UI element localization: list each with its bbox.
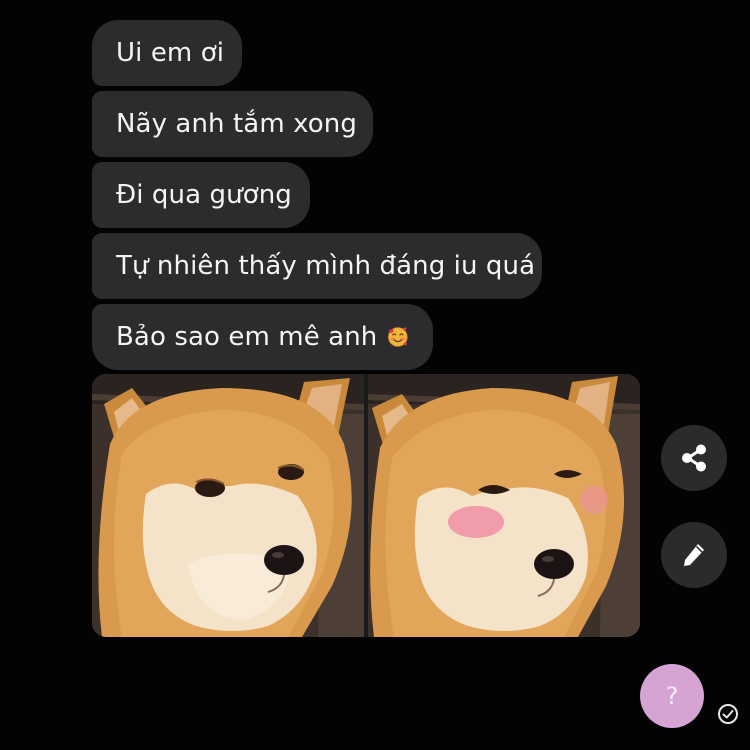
message-bubble[interactable]: Ui em ơi	[92, 20, 242, 86]
help-label: ?	[665, 682, 679, 710]
message-bubble[interactable]: Bảo sao em mê anh	[92, 304, 433, 370]
share-button[interactable]	[661, 425, 727, 491]
shiba-dog-neutral-image	[92, 374, 364, 637]
shiba-dog-blushing-image	[368, 374, 640, 637]
chat-screen: Ui em ơi Nãy anh tắm xong Đi qua gương T…	[0, 0, 750, 750]
message-text: Tự nhiên thấy mình đáng iu quá	[116, 251, 536, 281]
share-icon	[682, 444, 706, 472]
help-button[interactable]: ?	[640, 664, 704, 728]
message-bubble[interactable]: Tự nhiên thấy mình đáng iu quá	[92, 233, 542, 299]
message-bubble[interactable]: Đi qua gương	[92, 162, 310, 228]
smiling-face-with-hearts-icon	[388, 327, 408, 347]
message-bubble[interactable]: Nãy anh tắm xong	[92, 91, 373, 157]
edit-button[interactable]	[661, 522, 727, 588]
pencil-icon	[684, 544, 704, 566]
message-text: Nãy anh tắm xong	[116, 109, 357, 139]
message-text: Bảo sao em mê anh	[116, 322, 378, 352]
message-text: Đi qua gương	[116, 180, 292, 210]
image-attachment[interactable]	[92, 374, 640, 637]
message-text: Ui em ơi	[116, 38, 225, 68]
check-circle-icon	[718, 704, 738, 724]
